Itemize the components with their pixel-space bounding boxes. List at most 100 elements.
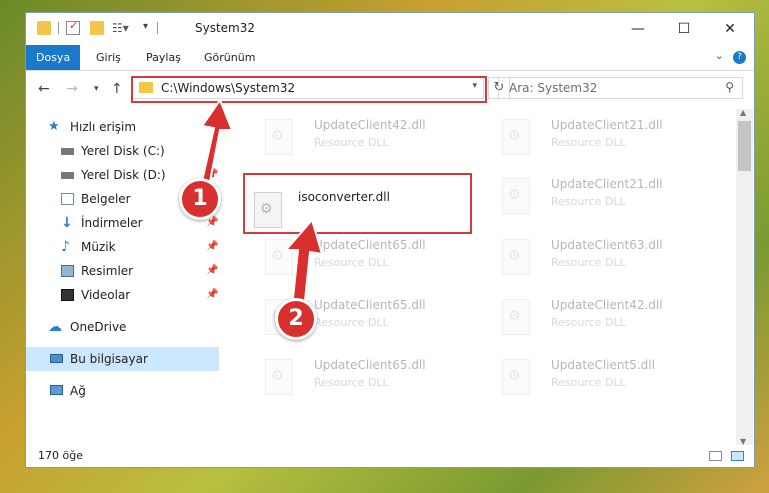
- expand-ribbon-icon[interactable]: ⌄: [715, 49, 724, 62]
- properties-icon[interactable]: [66, 19, 80, 35]
- network-icon: [50, 385, 63, 395]
- pin-icon[interactable]: 📌: [206, 235, 218, 259]
- pin-icon[interactable]: 📌: [206, 283, 218, 307]
- file-item[interactable]: UpdateClient21.dll Resource DLL: [496, 115, 726, 163]
- computer-icon: [50, 354, 63, 363]
- separator: [157, 22, 158, 34]
- sidebar-item-label: Yerel Disk (D:): [81, 168, 166, 182]
- drive-icon: [61, 148, 74, 155]
- navigation-pane: ★ Hızlı erişim Yerel Disk (C:) Yerel Dis…: [26, 111, 219, 441]
- file-type: Resource DLL: [314, 316, 389, 329]
- music-icon: ♪: [61, 239, 70, 255]
- file-type: Resource DLL: [314, 376, 389, 389]
- sidebar-item-this-pc[interactable]: Bu bilgisayar: [26, 347, 219, 371]
- file-item[interactable]: UpdateClient21.dll Resource DLL: [496, 174, 726, 222]
- search-box[interactable]: Ara: System32 ⚲: [498, 77, 743, 99]
- chevron-down-icon[interactable]: ▾: [143, 21, 157, 35]
- file-type: Resource DLL: [314, 256, 389, 269]
- tab-file[interactable]: Dosya: [26, 45, 81, 70]
- scroll-up-icon[interactable]: ▲: [740, 108, 746, 117]
- dll-file-icon: [502, 178, 530, 214]
- sidebar-item-label: OneDrive: [70, 320, 127, 334]
- item-count: 170 öğe: [38, 449, 83, 462]
- customize-toolbar-icon[interactable]: ☷▾: [112, 21, 129, 35]
- file-item[interactable]: UpdateClient63.dll Resource DLL: [496, 235, 726, 283]
- window-title: System32: [195, 21, 256, 35]
- step-marker-1: 1: [179, 178, 221, 220]
- file-item[interactable]: UpdateClient65.dll Resource DLL: [259, 235, 489, 283]
- file-type: Resource DLL: [551, 256, 626, 269]
- minimize-button[interactable]: —: [615, 13, 661, 45]
- sidebar-item-label: Ağ: [70, 384, 86, 398]
- download-icon: ↓: [61, 215, 73, 231]
- dll-file-icon: [502, 299, 530, 335]
- dll-file-icon: [265, 119, 293, 155]
- dll-file-icon: [265, 359, 293, 395]
- help-button[interactable]: ?: [733, 51, 746, 64]
- drive-icon: [61, 172, 74, 179]
- sidebar-item-music[interactable]: ♪ Müzik 📌: [26, 235, 219, 259]
- tab-view[interactable]: Görünüm: [194, 45, 265, 70]
- sidebar-item-drive-c[interactable]: Yerel Disk (C:): [26, 139, 219, 163]
- sidebar-item-pictures[interactable]: Resimler 📌: [26, 259, 219, 283]
- file-type: Resource DLL: [551, 136, 626, 149]
- sidebar-item-onedrive[interactable]: ☁ OneDrive: [26, 315, 219, 339]
- sidebar-item-label: Belgeler: [81, 192, 131, 206]
- file-name: UpdateClient42.dll: [551, 298, 663, 312]
- tab-share[interactable]: Paylaş: [136, 45, 191, 70]
- file-item[interactable]: UpdateClient65.dll Resource DLL: [259, 355, 489, 403]
- sidebar-item-label: İndirmeler: [81, 216, 143, 230]
- file-name: UpdateClient21.dll: [551, 177, 663, 191]
- file-name: UpdateClient65.dll: [314, 358, 426, 372]
- sidebar-item-videos[interactable]: Videolar 📌: [26, 283, 219, 307]
- large-icons-view-icon[interactable]: [731, 451, 744, 461]
- scroll-thumb[interactable]: [738, 121, 751, 171]
- maximize-icon: ☐: [677, 21, 691, 37]
- videos-icon: [61, 289, 74, 301]
- sidebar-item-label: Müzik: [81, 240, 116, 254]
- file-type: Resource DLL: [551, 195, 626, 208]
- step-marker-2: 2: [275, 298, 317, 340]
- maximize-button[interactable]: ☐: [661, 13, 707, 45]
- recent-locations-icon[interactable]: ▾: [94, 84, 99, 94]
- dll-file-icon: [502, 359, 530, 395]
- file-name: UpdateClient21.dll: [551, 118, 663, 132]
- separator: [58, 22, 59, 34]
- dll-file-icon: [502, 119, 530, 155]
- vertical-scrollbar[interactable]: ▲ ▼: [736, 108, 753, 446]
- file-list: UpdateClient42.dll Resource DLL UpdateCl…: [241, 111, 736, 443]
- star-icon: ★: [48, 119, 60, 134]
- file-highlight-box: [243, 173, 472, 234]
- new-folder-icon[interactable]: [90, 21, 104, 35]
- sidebar-item-label: Yerel Disk (C:): [81, 144, 165, 158]
- sidebar-item-quick-access[interactable]: ★ Hızlı erişim: [26, 115, 219, 139]
- minimize-icon: —: [631, 21, 645, 37]
- close-button[interactable]: ✕: [707, 13, 753, 45]
- details-view-icon[interactable]: [709, 451, 722, 461]
- search-icon[interactable]: ⚲: [725, 80, 734, 94]
- pictures-icon: [61, 265, 74, 277]
- sidebar-item-label: Hızlı erişim: [70, 120, 137, 134]
- folder-icon: [37, 21, 51, 35]
- file-name: UpdateClient5.dll: [551, 358, 655, 372]
- file-name: UpdateClient63.dll: [551, 238, 663, 252]
- file-item[interactable]: UpdateClient5.dll Resource DLL: [496, 355, 726, 403]
- pin-icon[interactable]: 📌: [206, 259, 218, 283]
- search-placeholder: Ara: System32: [509, 81, 598, 95]
- sidebar-item-network[interactable]: Ağ: [26, 379, 219, 403]
- cloud-icon: ☁: [48, 319, 62, 335]
- dll-file-icon: [502, 239, 530, 275]
- forward-arrow-icon[interactable]: →: [66, 81, 78, 97]
- address-highlight-box: [131, 76, 487, 103]
- file-name: UpdateClient65.dll: [314, 238, 426, 252]
- file-type: Resource DLL: [551, 316, 626, 329]
- file-item[interactable]: UpdateClient42.dll Resource DLL: [259, 115, 489, 163]
- tab-home[interactable]: Giriş: [86, 45, 131, 70]
- sidebar-item-label: Resimler: [81, 264, 134, 278]
- documents-icon: [61, 193, 74, 205]
- up-arrow-icon[interactable]: ↑: [111, 81, 123, 97]
- sidebar-item-label: Bu bilgisayar: [70, 352, 148, 366]
- file-item[interactable]: UpdateClient42.dll Resource DLL: [496, 295, 726, 343]
- sidebar-item-label: Videolar: [81, 288, 131, 302]
- back-arrow-icon[interactable]: ←: [38, 81, 50, 97]
